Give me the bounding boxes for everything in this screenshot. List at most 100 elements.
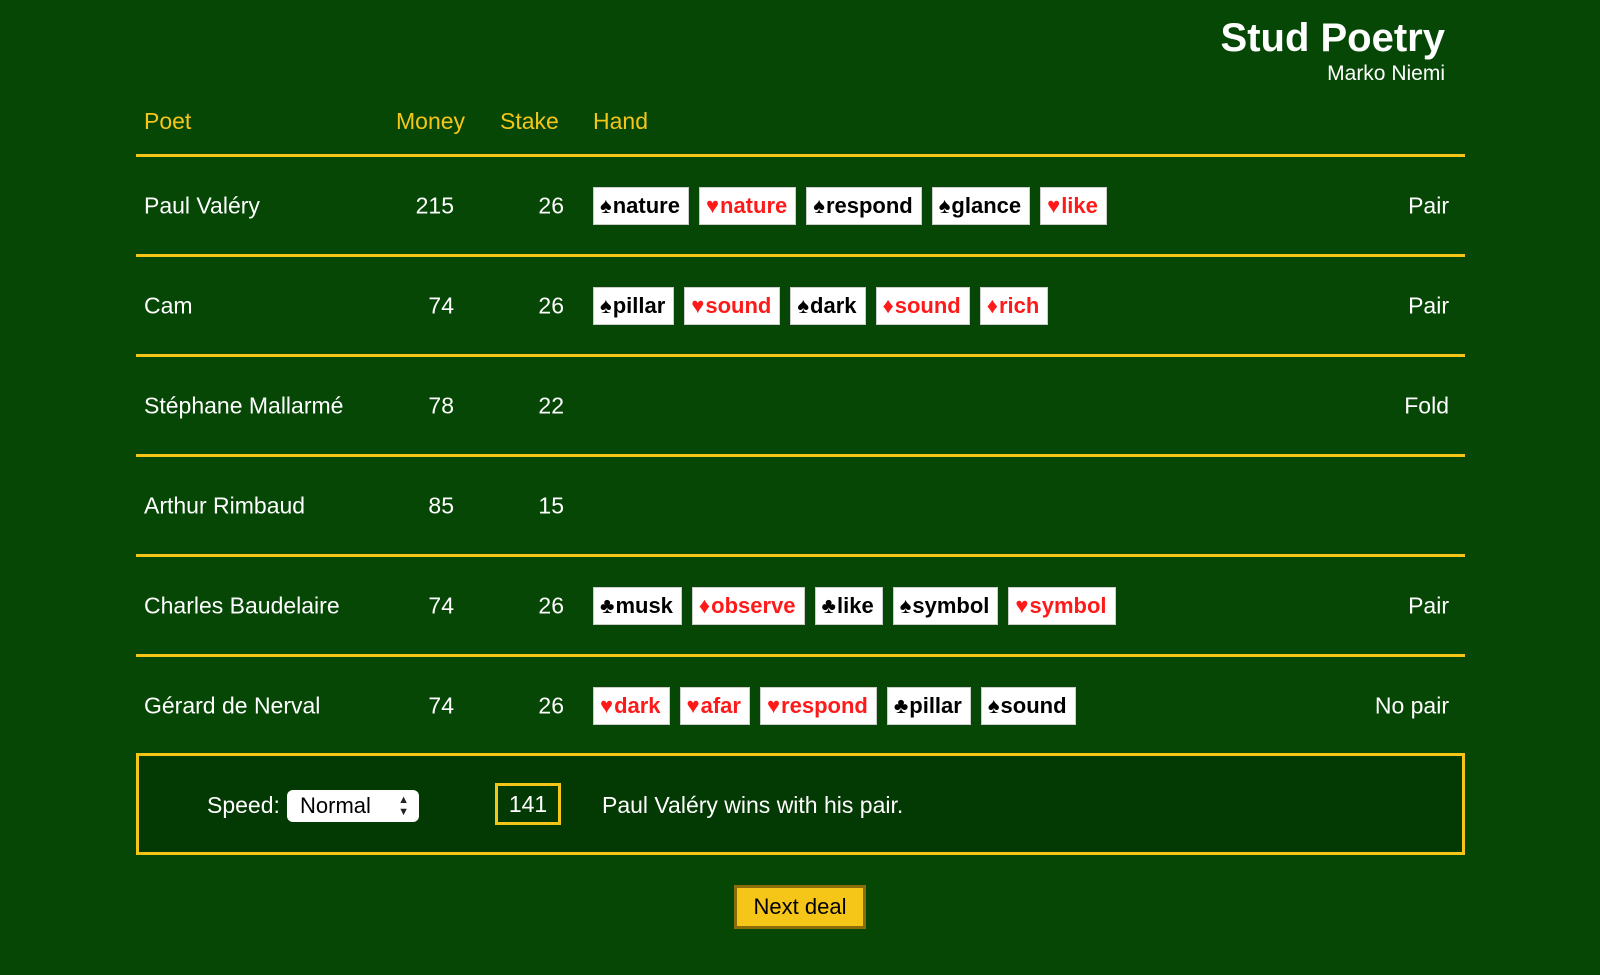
word-card: ♠ symbol [892,586,999,625]
table-row: Paul Valéry 215 26 ♠ nature ♥ nature ♠ respond ♠ g… [136,157,1465,257]
word-card: ♠ dark [790,286,866,325]
table-row: Charles Baudelaire 74 26 ♣ musk ♦ observe ♣ like… [136,557,1465,657]
word-card: ♥ sound [684,286,781,325]
pot-counter: 141 [495,783,561,825]
word-card: ♥ dark [593,686,670,725]
stake-value: 26 [538,592,564,618]
money-value: 74 [428,592,454,618]
card-word: musk [615,592,673,618]
stake-value: 15 [538,492,564,518]
word-card: ♥ like [1040,186,1107,225]
select-arrows-icon: ▲ ▼ [398,794,409,818]
game-page: Stud Poetry Marko Niemi Poet Money Stake… [0,0,1600,975]
hand: ♥ dark ♥ afar ♥ respond ♣ pillar ♠ sound [593,686,1076,725]
poet-name: Charles Baudelaire [144,592,340,618]
poet-name: Stéphane Mallarmé [144,392,344,418]
word-card: ♥ respond [759,686,877,725]
header-hand: Hand [593,108,648,134]
heart-icon: ♥ [600,692,614,718]
money-value: 74 [428,292,454,318]
player-rows: Paul Valéry 215 26 ♠ nature ♥ nature ♠ respond ♠ g… [136,157,1465,757]
spade-icon: ♠ [938,192,951,218]
card-word: afar [700,692,741,718]
poet-name: Arthur Rimbaud [144,492,306,518]
card-word: pillar [612,292,666,318]
word-card: ♠ nature [593,186,689,225]
diamond-icon: ♦ [986,292,998,318]
speed-value: Normal [300,793,371,818]
card-word: observe [711,592,796,618]
header-stake: Stake [500,108,559,134]
poet-name: Gérard de Nerval [144,692,321,718]
header-money: Money [396,108,466,134]
hand-result: Fold [1404,392,1449,418]
word-card: ♠ respond [806,186,922,225]
word-card: ♣ musk [593,586,682,625]
money-value: 74 [428,692,454,718]
card-word: respond [825,192,913,218]
speed-select[interactable]: Normal ▲ ▼ [287,790,419,822]
club-icon: ♣ [893,692,909,718]
card-word: sound [705,292,772,318]
hand: ♠ nature ♥ nature ♠ respond ♠ glance ♥ like [593,186,1107,225]
stake-value: 26 [538,192,564,218]
club-icon: ♣ [821,592,836,618]
card-word: glance [951,192,1022,218]
word-card: ♠ sound [980,686,1076,725]
word-card: ♠ glance [931,186,1031,225]
spade-icon: ♠ [987,692,1000,718]
table-row: Arthur Rimbaud 85 15 [136,457,1465,557]
money-value: 215 [415,192,454,218]
poet-name: Paul Valéry [144,192,260,218]
table-row: Cam 74 26 ♠ pillar ♥ sound ♠ dark ♦ sound ♦ rich Pair [136,257,1465,357]
card-word: dark [614,692,661,718]
stake-value: 22 [538,392,564,418]
card-word: sound [1000,692,1067,718]
card-word: like [836,592,874,618]
stake-value: 26 [538,692,564,718]
word-card: ♥ nature [698,186,797,225]
word-card: ♥ afar [679,686,750,725]
heart-icon: ♥ [705,192,719,218]
header-poet: Poet [144,108,192,134]
money-value: 85 [428,492,454,518]
card-word: sound [894,292,961,318]
hand-result: Pair [1408,192,1449,218]
heart-icon: ♥ [766,692,781,718]
heart-icon: ♥ [691,292,705,318]
title-block: Stud Poetry Marko Niemi [1221,14,1445,86]
spade-icon: ♠ [600,192,612,218]
diamond-icon: ♦ [882,292,894,318]
diamond-icon: ♦ [698,592,711,618]
players-table: Poet Money Stake Hand Paul Valéry 215 26 ♠ n… [136,80,1465,757]
card-word: pillar [909,692,962,718]
card-word: symbol [1029,592,1107,618]
heart-icon: ♥ [686,692,700,718]
hand-result: Pair [1408,292,1449,318]
control-panel: Speed: Normal ▲ ▼ 141 Paul Valéry wins wi… [136,753,1465,855]
table-header: Poet Money Stake Hand [136,80,1465,157]
heart-icon: ♥ [1015,592,1029,618]
hand-result: No pair [1374,692,1449,718]
speed-label: Speed: [207,792,280,818]
spade-icon: ♠ [797,292,810,318]
table-row: Stéphane Mallarmé 78 22 Fold [136,357,1465,457]
club-icon: ♣ [600,592,615,618]
app-title: Stud Poetry [1220,16,1445,60]
heart-icon: ♥ [1047,192,1061,218]
poet-name: Cam [144,292,193,318]
hand-result: Pair [1408,592,1449,618]
table-row: Gérard de Nerval 74 26 ♥ dark ♥ afar ♥ respond ♣ p… [136,657,1465,757]
next-deal-button[interactable]: Next deal [734,885,866,929]
word-card: ♦ observe [691,586,805,625]
card-word: dark [810,292,857,318]
word-card: ♦ rich [979,286,1049,325]
card-word: respond [781,692,868,718]
word-card: ♦ sound [875,286,970,325]
spade-icon: ♠ [813,192,825,218]
spade-icon: ♠ [899,592,912,618]
card-word: rich [998,292,1040,318]
word-card: ♠ pillar [593,286,675,325]
spade-icon: ♠ [600,292,612,318]
card-word: like [1061,192,1098,218]
